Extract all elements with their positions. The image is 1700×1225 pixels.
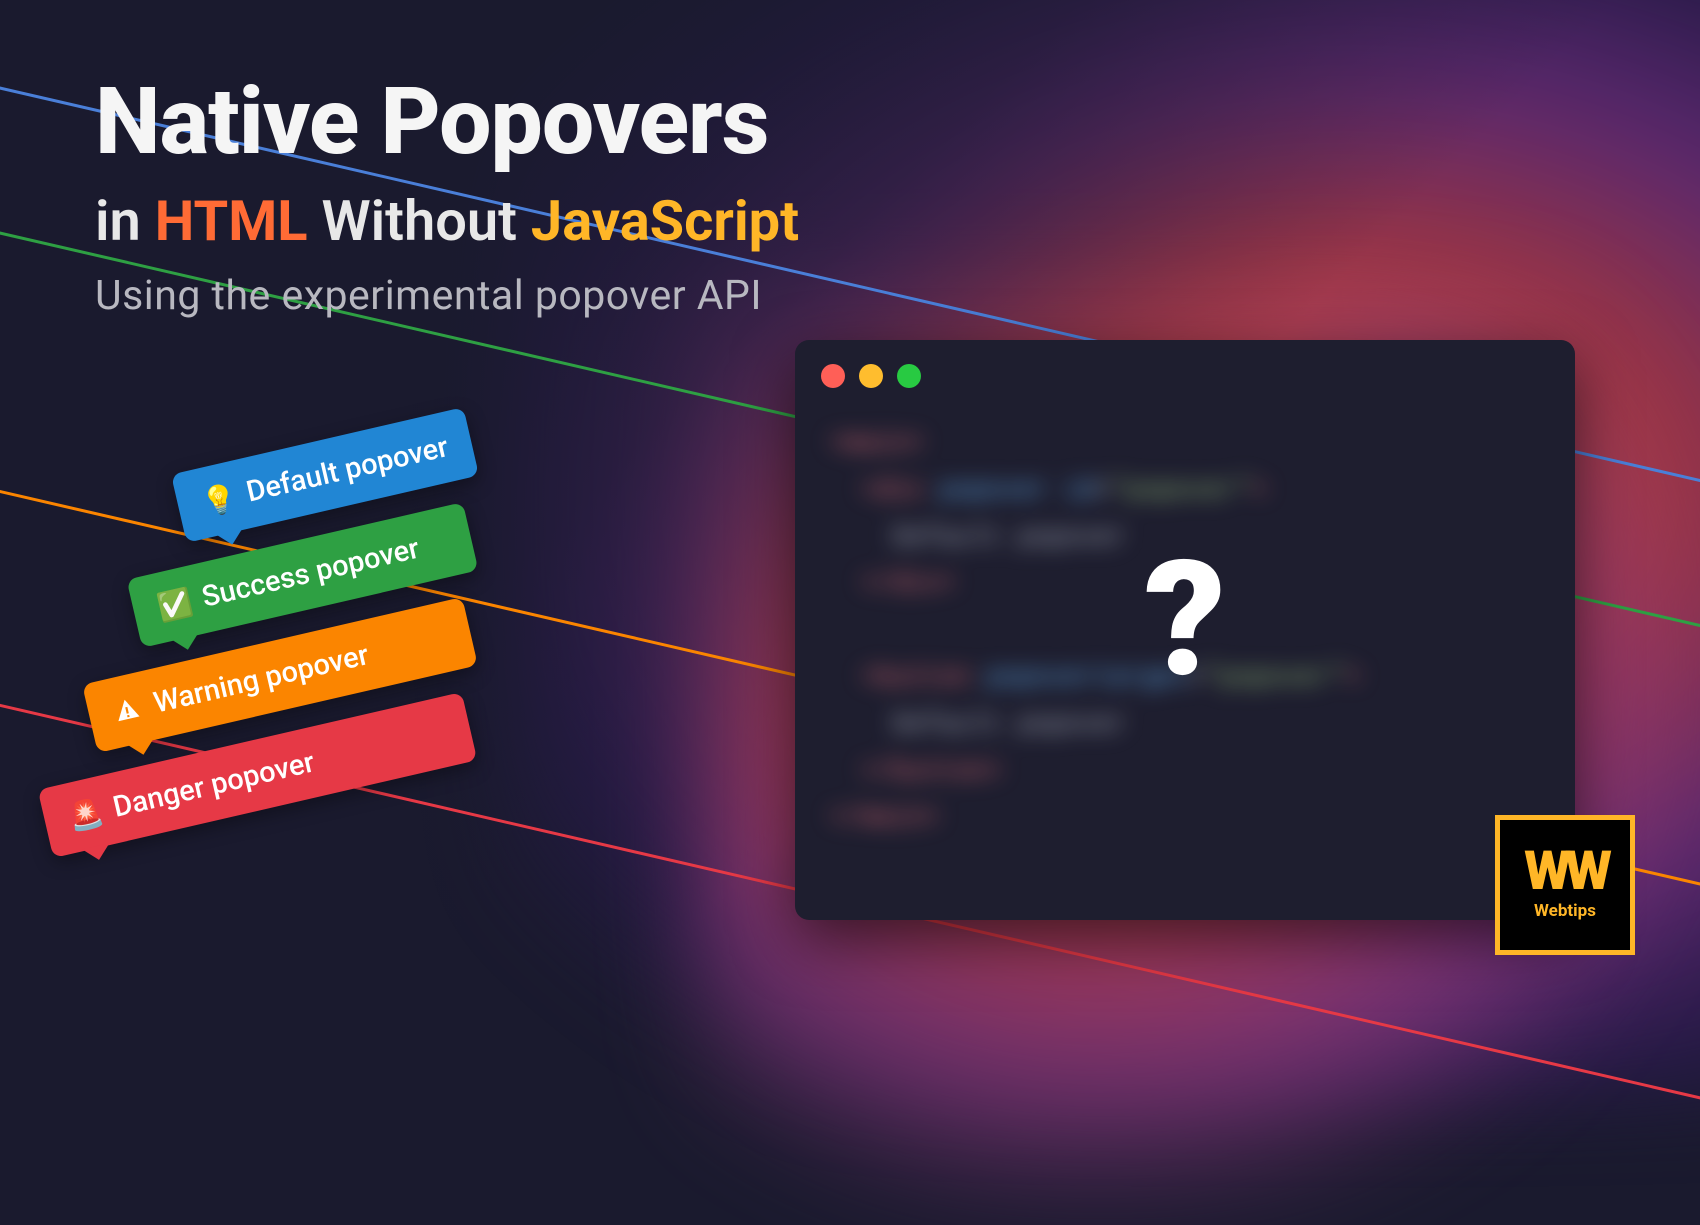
- window-traffic-lights: [795, 340, 1575, 400]
- window-close-icon: [821, 364, 845, 388]
- code-editor-window: <main> <div popover id="popover"> Defaul…: [795, 340, 1575, 920]
- warning-triangle-icon: [110, 694, 144, 728]
- popover-examples-stack: 💡 Default popover ✅ Success popover Warn…: [175, 440, 475, 810]
- page-subtext: Using the experimental popover API: [95, 272, 1605, 320]
- checkmark-icon: ✅: [154, 585, 193, 624]
- heading-block: Native Popovers in HTML Without JavaScri…: [0, 0, 1700, 395]
- logo-text: Webtips: [1534, 901, 1596, 921]
- question-mark-icon: ?: [1144, 527, 1226, 714]
- logo-mark: WW: [1524, 849, 1606, 895]
- subtitle-accent-js: JavaScript: [531, 188, 799, 254]
- subtitle-prefix: in: [95, 188, 155, 254]
- subtitle-mid: Without: [308, 188, 531, 254]
- page-title: Native Popovers: [95, 75, 1605, 168]
- window-maximize-icon: [897, 364, 921, 388]
- lightbulb-icon: 💡: [199, 480, 238, 519]
- window-minimize-icon: [859, 364, 883, 388]
- webtips-logo: WW Webtips: [1495, 815, 1635, 955]
- page-subtitle: in HTML Without JavaScript: [95, 188, 1605, 254]
- siren-icon: 🚨: [65, 795, 104, 834]
- popover-label: Default popover: [243, 430, 451, 509]
- subtitle-accent-html: HTML: [155, 188, 308, 254]
